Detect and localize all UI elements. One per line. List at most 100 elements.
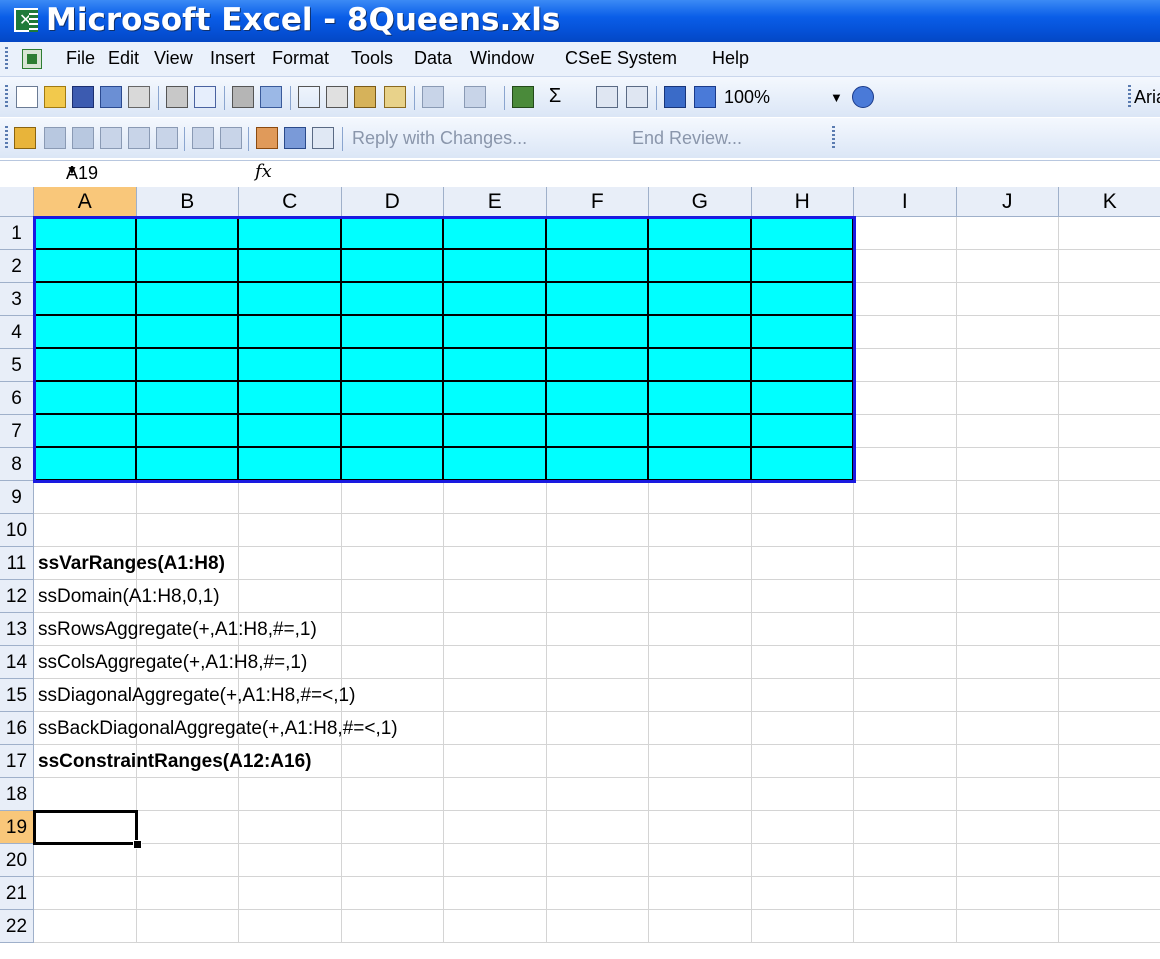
- column-header-a[interactable]: A: [34, 187, 137, 217]
- menu-help[interactable]: Help: [712, 48, 749, 69]
- board-cell-g1[interactable]: [649, 217, 752, 250]
- board-cell-e5[interactable]: [444, 349, 547, 382]
- update-file-icon[interactable]: [256, 127, 278, 149]
- cell-j19[interactable]: [956, 811, 1059, 844]
- cell-b20[interactable]: [136, 844, 239, 877]
- board-cell-a7[interactable]: [34, 415, 137, 448]
- cell-e11[interactable]: [444, 547, 547, 580]
- cell-b21[interactable]: [136, 877, 239, 910]
- cell-e20[interactable]: [444, 844, 547, 877]
- cell-h11[interactable]: [751, 547, 854, 580]
- board-cell-d6[interactable]: [341, 382, 444, 415]
- cell-i6[interactable]: [854, 382, 957, 415]
- cell-k11[interactable]: [1059, 547, 1160, 580]
- board-cell-d7[interactable]: [341, 415, 444, 448]
- cell-g14[interactable]: [649, 646, 752, 679]
- board-cell-g8[interactable]: [649, 448, 752, 481]
- cell-h22[interactable]: [751, 910, 854, 943]
- row-header-6[interactable]: 6: [0, 382, 34, 415]
- cell-d22[interactable]: [341, 910, 444, 943]
- cell-i2[interactable]: [854, 250, 957, 283]
- cell-f15[interactable]: [546, 679, 649, 712]
- cell-i10[interactable]: [854, 514, 957, 547]
- row-header-2[interactable]: 2: [0, 250, 34, 283]
- workbook-icon[interactable]: [22, 49, 42, 69]
- column-header-k[interactable]: K: [1059, 187, 1160, 217]
- board-cell-h4[interactable]: [751, 316, 854, 349]
- print-icon[interactable]: [166, 86, 188, 108]
- column-header-h[interactable]: H: [751, 187, 854, 217]
- column-header-i[interactable]: I: [854, 187, 957, 217]
- cell-j16[interactable]: [956, 712, 1059, 745]
- cell-i15[interactable]: [854, 679, 957, 712]
- row-header-15[interactable]: 15: [0, 679, 34, 712]
- board-cell-e2[interactable]: [444, 250, 547, 283]
- sort-ascending-icon[interactable]: [596, 86, 618, 108]
- board-cell-c6[interactable]: [239, 382, 342, 415]
- board-cell-g7[interactable]: [649, 415, 752, 448]
- board-cell-c3[interactable]: [239, 283, 342, 316]
- cell-g10[interactable]: [649, 514, 752, 547]
- cell-e15[interactable]: [444, 679, 547, 712]
- board-cell-c8[interactable]: [239, 448, 342, 481]
- end-review-button[interactable]: End Review...: [632, 128, 742, 149]
- cell-k3[interactable]: [1059, 283, 1160, 316]
- menu-data[interactable]: Data: [414, 48, 452, 69]
- cell-i21[interactable]: [854, 877, 957, 910]
- cell-d18[interactable]: [341, 778, 444, 811]
- cell-e22[interactable]: [444, 910, 547, 943]
- cell-d11[interactable]: [341, 547, 444, 580]
- row-header-1[interactable]: 1: [0, 217, 34, 250]
- cell-i22[interactable]: [854, 910, 957, 943]
- board-cell-f5[interactable]: [546, 349, 649, 382]
- cell-h21[interactable]: [751, 877, 854, 910]
- cell-k21[interactable]: [1059, 877, 1160, 910]
- cell-k19[interactable]: [1059, 811, 1160, 844]
- menu-insert[interactable]: Insert: [210, 48, 255, 69]
- cell-g9[interactable]: [649, 481, 752, 514]
- view-changes-icon[interactable]: [312, 127, 334, 149]
- cell-a18[interactable]: [34, 778, 137, 811]
- permission-icon[interactable]: [100, 86, 122, 108]
- cell-k17[interactable]: [1059, 745, 1160, 778]
- cell-c19[interactable]: [239, 811, 342, 844]
- cell-g20[interactable]: [649, 844, 752, 877]
- board-cell-f3[interactable]: [546, 283, 649, 316]
- copy-icon[interactable]: [326, 86, 348, 108]
- cell-c10[interactable]: [239, 514, 342, 547]
- row-header-17[interactable]: 17: [0, 745, 34, 778]
- row-header-10[interactable]: 10: [0, 514, 34, 547]
- board-cell-g2[interactable]: [649, 250, 752, 283]
- board-cell-e7[interactable]: [444, 415, 547, 448]
- hyperlink-icon[interactable]: [512, 86, 534, 108]
- board-cell-g4[interactable]: [649, 316, 752, 349]
- cell-j1[interactable]: [956, 217, 1059, 250]
- board-cell-h3[interactable]: [751, 283, 854, 316]
- cell-k4[interactable]: [1059, 316, 1160, 349]
- board-cell-a3[interactable]: [34, 283, 137, 316]
- cell-k10[interactable]: [1059, 514, 1160, 547]
- cell-c18[interactable]: [239, 778, 342, 811]
- cell-j17[interactable]: [956, 745, 1059, 778]
- cell-b19[interactable]: [136, 811, 239, 844]
- format-painter-icon[interactable]: [384, 86, 406, 108]
- research-icon[interactable]: [260, 86, 282, 108]
- cell-j18[interactable]: [956, 778, 1059, 811]
- cell-d14[interactable]: [341, 646, 444, 679]
- next-comment-icon[interactable]: [72, 127, 94, 149]
- board-cell-f2[interactable]: [546, 250, 649, 283]
- redo-icon[interactable]: [464, 86, 486, 108]
- zoom-value[interactable]: 100%: [724, 87, 770, 108]
- cell-g15[interactable]: [649, 679, 752, 712]
- cell-b10[interactable]: [136, 514, 239, 547]
- title-bar[interactable]: Microsoft Excel - 8Queens.xls: [0, 0, 1160, 42]
- cell-i8[interactable]: [854, 448, 957, 481]
- cell-f13[interactable]: [546, 613, 649, 646]
- cell-h19[interactable]: [751, 811, 854, 844]
- cell-k5[interactable]: [1059, 349, 1160, 382]
- cell-e19[interactable]: [444, 811, 547, 844]
- delete-comment-icon[interactable]: [156, 127, 178, 149]
- toolbar-grip[interactable]: [1128, 85, 1131, 109]
- fill-handle[interactable]: [132, 840, 142, 849]
- column-header-j[interactable]: J: [956, 187, 1059, 217]
